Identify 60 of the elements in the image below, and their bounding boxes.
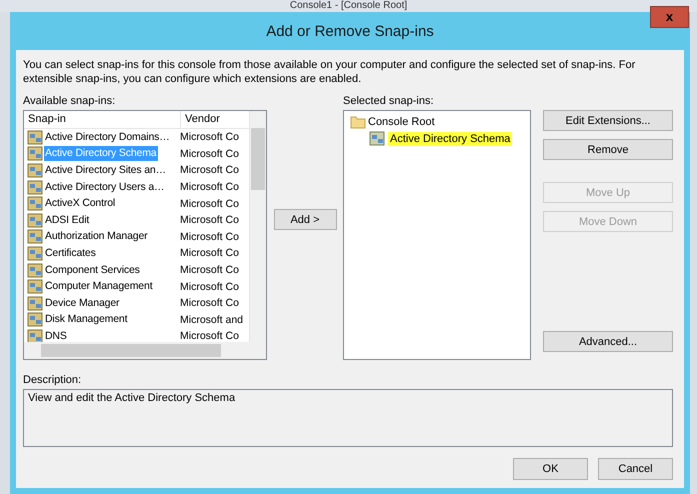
snap-in-icon <box>27 212 43 228</box>
intro-text: You can select snap-ins for this console from those available on your computer and configure the selected set of snap-ins. For extensible snap-ins, you can configure which extensions are enabled. <box>23 58 636 86</box>
snap-in-icon <box>369 131 385 146</box>
snap-in-name[interactable]: ADSI Edit <box>44 212 90 228</box>
vendor-cell: Microsoft Co <box>180 198 239 210</box>
snap-in-name[interactable]: ActiveX Control <box>44 196 116 212</box>
description-text: View and edit the Active Directory Schema <box>28 392 236 404</box>
snap-in-icon <box>27 296 43 311</box>
snap-in-icon <box>27 196 43 212</box>
snap-in-icon <box>27 146 43 162</box>
snap-in-icon <box>27 162 43 178</box>
snap-in-name[interactable]: Device Manager <box>44 296 120 311</box>
vendor-cell: Microsoft Co <box>180 264 239 276</box>
folder-icon <box>350 114 366 128</box>
tree-item[interactable]: Active Directory Schema <box>388 132 512 146</box>
snap-in-name[interactable]: Component Services <box>44 262 141 278</box>
snap-in-name[interactable]: Certificates <box>44 246 97 261</box>
selected-label: Selected snap-ins: <box>343 94 434 108</box>
vendor-cell: Microsoft Co <box>180 247 239 260</box>
snap-in-name[interactable]: Authorization Manager <box>44 229 148 244</box>
side-button[interactable]: Edit Extensions... <box>543 110 673 131</box>
description-label: Description: <box>23 373 82 387</box>
snap-in-icon <box>27 328 43 342</box>
horizontal-scrollbar[interactable] <box>24 342 266 359</box>
vendor-cell: Microsoft and <box>180 314 244 326</box>
snap-in-name[interactable]: Active Directory Users a… <box>44 180 166 195</box>
ok-button[interactable]: OK <box>513 458 588 480</box>
snap-in-icon <box>27 130 43 145</box>
snap-in-name[interactable]: Active Directory Domains… <box>44 130 171 145</box>
window-title: Add or Remove Snap-ins <box>266 22 434 40</box>
snap-in-name[interactable]: DNS <box>44 328 68 342</box>
tree-item[interactable]: Console Root <box>368 116 435 128</box>
vendor-cell: Microsoft Co <box>180 214 239 226</box>
vendor-cell: Microsoft Co <box>180 330 239 342</box>
vendor-cell: Microsoft Co <box>180 164 239 176</box>
snap-in-name[interactable]: Disk Management <box>44 312 128 328</box>
snap-in-name[interactable]: Active Directory Sites an… <box>44 162 167 178</box>
snap-in-icon <box>27 262 43 278</box>
vertical-scrollbar[interactable] <box>249 111 266 342</box>
vendor-cell: Microsoft Co <box>180 181 239 194</box>
side-button[interactable]: Remove <box>543 139 673 160</box>
close-button[interactable]: x <box>650 6 689 28</box>
snap-in-icon <box>27 312 43 328</box>
vendor-cell: Microsoft Co <box>180 230 239 243</box>
background-window-title: Console1 - [Console Root] <box>290 0 408 12</box>
snap-in-icon <box>27 229 43 244</box>
column-header[interactable]: Vendor <box>181 111 249 128</box>
advanced-button[interactable]: Advanced... <box>543 331 673 352</box>
add-button[interactable]: Add > <box>274 209 336 230</box>
snap-in-icon <box>27 246 43 261</box>
column-header[interactable]: Snap-in <box>24 111 181 128</box>
snap-in-icon <box>27 279 43 294</box>
vendor-cell: Microsoft Co <box>180 131 239 144</box>
available-label: Available snap-ins: <box>23 94 116 108</box>
snap-in-icon <box>27 180 43 195</box>
vendor-cell: Microsoft Co <box>180 297 239 310</box>
cancel-button[interactable]: Cancel <box>598 458 673 480</box>
snap-in-name[interactable]: Computer Management <box>44 279 154 294</box>
vendor-cell: Microsoft Co <box>180 148 239 160</box>
vendor-cell: Microsoft Co <box>180 280 239 293</box>
